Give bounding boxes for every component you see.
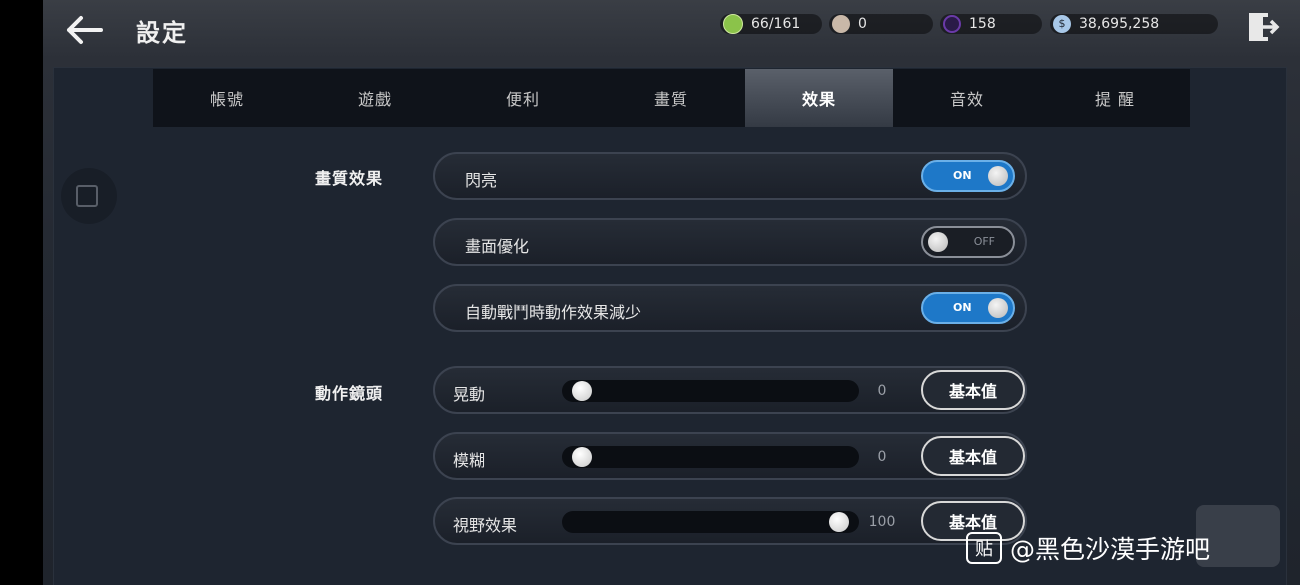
setting-row-auto-battle-reduce: 自動戰鬥時動作效果減少 ON bbox=[433, 284, 1027, 332]
stamina-value: 66/161 bbox=[751, 16, 801, 32]
slider-thumb[interactable] bbox=[829, 512, 849, 532]
page-title: 設定 bbox=[136, 19, 188, 47]
toggle-state: ON bbox=[953, 301, 972, 314]
slider-value: 100 bbox=[868, 514, 896, 530]
slider-row-blur: 模糊 0 基本值 bbox=[433, 432, 1027, 480]
slider-label: 視野效果 bbox=[453, 516, 518, 535]
screen-optimize-toggle[interactable]: OFF bbox=[921, 226, 1015, 258]
setting-row-shine: 閃亮 ON bbox=[433, 152, 1027, 200]
toggle-knob bbox=[988, 298, 1008, 318]
black-stone-counter: 158 bbox=[940, 14, 1042, 34]
watermark-badge: 贴 bbox=[966, 532, 1002, 564]
setting-label: 閃亮 bbox=[465, 171, 498, 190]
slider-row-fov-effect: 視野效果 100 基本值 bbox=[433, 497, 1027, 545]
toggle-state: OFF bbox=[973, 235, 995, 248]
tab-sound[interactable]: 音效 bbox=[893, 69, 1041, 127]
settings-tabs: 帳號 遊戲 便利 畫質 效果 音效 提 醒 bbox=[153, 69, 1190, 127]
side-checkbox[interactable] bbox=[76, 185, 98, 207]
tab-effects[interactable]: 效果 bbox=[745, 69, 893, 127]
tab-account[interactable]: 帳號 bbox=[153, 69, 301, 127]
watermark: 贴 @黑色沙漠手游吧 bbox=[966, 530, 1210, 566]
fov-effect-slider[interactable] bbox=[562, 511, 859, 533]
slider-value: 0 bbox=[877, 449, 887, 465]
reset-default-button[interactable]: 基本值 bbox=[921, 370, 1025, 410]
shake-slider[interactable] bbox=[562, 380, 859, 402]
slider-thumb[interactable] bbox=[572, 447, 592, 467]
toggle-knob bbox=[988, 166, 1008, 186]
section-label-quality-effects: 畫質效果 bbox=[315, 169, 384, 188]
back-arrow-icon[interactable] bbox=[63, 12, 107, 48]
silver-coin-icon: $ bbox=[1053, 15, 1071, 33]
silver-value: 38,695,258 bbox=[1079, 16, 1160, 32]
setting-label: 自動戰鬥時動作效果減少 bbox=[465, 303, 642, 322]
tab-convenience[interactable]: 便利 bbox=[449, 69, 597, 127]
black-stone-value: 158 bbox=[969, 16, 996, 32]
tab-reminders[interactable]: 提 醒 bbox=[1041, 69, 1189, 127]
reset-default-button[interactable]: 基本值 bbox=[921, 436, 1025, 476]
stamina-counter: 66/161 bbox=[720, 14, 822, 34]
toggle-state: ON bbox=[953, 169, 972, 182]
tab-game[interactable]: 遊戲 bbox=[301, 69, 449, 127]
slider-row-shake: 晃動 0 基本值 bbox=[433, 366, 1027, 414]
setting-label: 畫面優化 bbox=[465, 237, 530, 256]
slider-thumb[interactable] bbox=[572, 381, 592, 401]
slider-label: 晃動 bbox=[453, 385, 486, 404]
auto-battle-reduce-toggle[interactable]: ON bbox=[921, 292, 1015, 324]
black-stone-icon bbox=[943, 15, 961, 33]
shine-toggle[interactable]: ON bbox=[921, 160, 1015, 192]
stamina-icon bbox=[723, 14, 743, 34]
tab-graphics[interactable]: 畫質 bbox=[597, 69, 745, 127]
setting-row-screen-optimize: 畫面優化 OFF bbox=[433, 218, 1027, 266]
toggle-knob bbox=[928, 232, 948, 252]
slider-value: 0 bbox=[877, 383, 887, 399]
slider-label: 模糊 bbox=[453, 451, 486, 470]
pearl-value: 0 bbox=[858, 16, 867, 32]
pearl-icon bbox=[832, 15, 850, 33]
silver-counter: $ 38,695,258 bbox=[1050, 14, 1218, 34]
watermark-text: @黑色沙漠手游吧 bbox=[1010, 535, 1211, 564]
exit-icon[interactable] bbox=[1246, 10, 1280, 44]
section-label-camera: 動作鏡頭 bbox=[315, 384, 384, 403]
settings-screen: 設定 66/161 0 158 $ 38,695,258 帳號 遊戲 便利 畫質… bbox=[43, 0, 1300, 585]
pearl-counter: 0 bbox=[829, 14, 933, 34]
blur-slider[interactable] bbox=[562, 446, 859, 468]
